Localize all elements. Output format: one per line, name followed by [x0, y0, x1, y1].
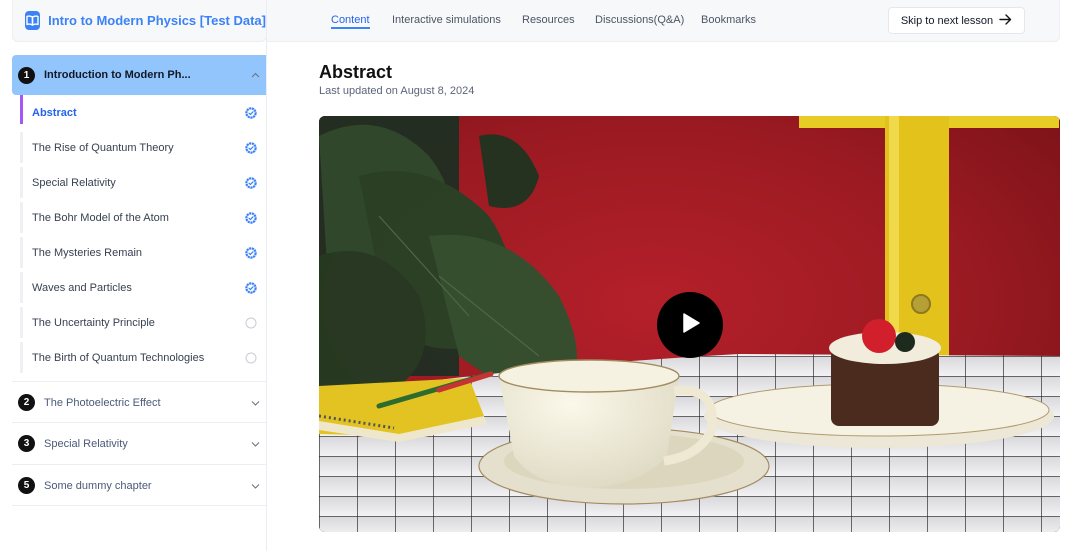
- chevron-down-icon[interactable]: [244, 441, 266, 447]
- arrow-right-icon: [999, 13, 1012, 28]
- lesson-list: Abstract The Rise of Quantum Theory Specia…: [20, 95, 266, 375]
- chapter-1-header[interactable]: 1 Introduction to Modern Ph...: [12, 55, 266, 95]
- tab-interactive-simulations[interactable]: Interactive simulations: [392, 14, 501, 26]
- last-updated: Last updated on August 8, 2024: [319, 85, 475, 97]
- lesson-title: Waves and Particles: [32, 281, 132, 294]
- course-title: Intro to Modern Physics [Test Data]: [48, 13, 266, 28]
- completed-check-icon: [245, 141, 257, 154]
- chevron-down-icon[interactable]: [244, 400, 266, 406]
- chapter-title: Introduction to Modern Ph...: [44, 69, 191, 81]
- completed-check-icon: [245, 211, 257, 224]
- tab-discussions[interactable]: Discussions(Q&A): [595, 14, 684, 26]
- play-button[interactable]: [657, 292, 723, 358]
- incomplete-circle-icon: [245, 317, 257, 329]
- lesson-item[interactable]: The Rise of Quantum Theory: [20, 130, 266, 165]
- lesson-item[interactable]: The Birth of Quantum Technologies: [20, 340, 266, 375]
- lesson-item[interactable]: Special Relativity: [20, 165, 266, 200]
- completed-check-icon: [245, 246, 257, 259]
- lesson-title: Abstract: [32, 106, 77, 119]
- course-sidebar: Intro to Modern Physics [Test Data] 1 In…: [0, 0, 267, 551]
- top-navigation: Content Interactive simulations Resource…: [267, 0, 1060, 42]
- lesson-title: The Mysteries Remain: [32, 246, 143, 259]
- chapter-3-header[interactable]: 3 Special Relativity: [12, 422, 266, 464]
- lesson-title: The Uncertainty Principle: [32, 316, 155, 329]
- lesson-item[interactable]: The Bohr Model of the Atom: [20, 200, 266, 235]
- chapter-number: 5: [18, 477, 35, 494]
- video-player[interactable]: [319, 116, 1060, 532]
- tab-resources[interactable]: Resources: [522, 14, 575, 26]
- play-icon: [677, 310, 703, 341]
- chapter-title: The Photoelectric Effect: [44, 396, 161, 409]
- skip-to-next-lesson-button[interactable]: Skip to next lesson: [888, 7, 1025, 34]
- tab-bookmarks[interactable]: Bookmarks: [701, 14, 756, 26]
- tab-content[interactable]: Content: [331, 14, 370, 29]
- incomplete-circle-icon: [245, 352, 257, 364]
- completed-check-icon: [245, 106, 257, 119]
- page-title: Abstract: [319, 62, 393, 82]
- completed-check-icon: [245, 281, 257, 294]
- lesson-item[interactable]: The Mysteries Remain: [20, 235, 266, 270]
- lesson-title: Special Relativity: [32, 176, 116, 189]
- chapter-title: Some dummy chapter: [44, 479, 152, 492]
- chevron-down-icon[interactable]: [244, 483, 266, 489]
- skip-label: Skip to next lesson: [900, 14, 994, 27]
- chapter-number: 2: [18, 394, 35, 411]
- lesson-title: The Rise of Quantum Theory: [32, 141, 174, 154]
- lesson-item[interactable]: The Uncertainty Principle: [20, 305, 266, 340]
- open-book-icon: [25, 11, 41, 30]
- chapter-2-header[interactable]: 2 The Photoelectric Effect: [12, 381, 266, 423]
- divider: [12, 505, 266, 506]
- lesson-title: The Bohr Model of the Atom: [32, 211, 169, 224]
- chapter-5-header[interactable]: 5 Some dummy chapter: [12, 464, 266, 506]
- lesson-item[interactable]: Abstract: [20, 95, 266, 130]
- lesson-title: The Birth of Quantum Technologies: [32, 351, 205, 364]
- chevron-up-icon[interactable]: [244, 72, 266, 78]
- chapter-title: Special Relativity: [44, 437, 128, 450]
- completed-check-icon: [245, 176, 257, 189]
- chapter-number: 1: [18, 66, 35, 84]
- course-header[interactable]: Intro to Modern Physics [Test Data]: [12, 0, 267, 42]
- lesson-item[interactable]: Waves and Particles: [20, 270, 266, 305]
- chapter-number: 3: [18, 435, 35, 452]
